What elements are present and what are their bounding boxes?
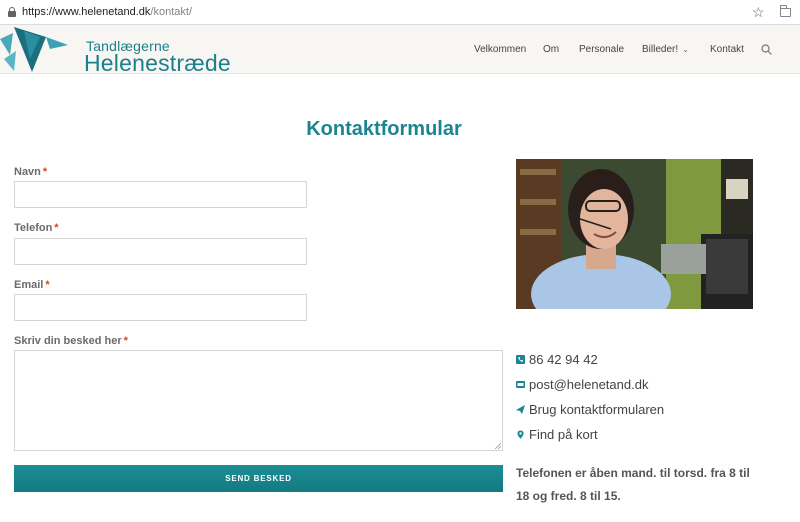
contact-form-link[interactable]: Brug kontaktformularen (516, 402, 664, 417)
envelope-icon (516, 381, 525, 388)
nav-item-label: Billeder! (642, 44, 679, 55)
search-icon[interactable] (761, 44, 772, 55)
email-contact[interactable]: post@helenetand.dk (516, 377, 648, 392)
paper-plane-icon (516, 405, 525, 414)
name-label: Navn * (14, 166, 48, 178)
phone-number: 86 42 94 42 (529, 352, 598, 367)
nav-item-personale[interactable]: Personale (579, 44, 624, 55)
phone-input[interactable] (14, 238, 307, 265)
bookmark-star-icon[interactable]: ☆ (752, 4, 765, 20)
nav-item-kontakt[interactable]: Kontakt (710, 44, 744, 55)
nav-item-billeder[interactable]: Billeder! ⌄ (642, 44, 689, 55)
page-title: Kontaktformular (306, 118, 462, 140)
map-link-label: Find på kort (529, 427, 598, 442)
folder-icon[interactable] (780, 5, 791, 17)
site-header: Tandlægerne Helenestræde Velkommen Om Pe… (0, 25, 800, 76)
phone-label: Telefon * (14, 222, 59, 234)
receptionist-photo (516, 159, 753, 309)
browser-address-bar[interactable]: https://www.helenetand.dk/kontakt/ ☆ (0, 0, 800, 25)
map-link[interactable]: Find på kort (516, 427, 598, 442)
phone-icon (516, 355, 525, 364)
logo-icon[interactable] (0, 25, 72, 73)
opening-hours: Telefonen er åben mand. til torsd. fra 8… (516, 466, 750, 503)
logo-title: Helenestræde (84, 50, 231, 76)
resize-handle-icon[interactable] (494, 442, 501, 449)
contact-form-link-label: Brug kontaktformularen (529, 402, 665, 417)
name-input[interactable] (14, 181, 307, 208)
email-address: post@helenetand.dk (529, 377, 649, 392)
lock-icon (8, 7, 16, 17)
nav-item-velkommen[interactable]: Velkommen (474, 44, 526, 55)
message-label: Skriv din besked her * (14, 335, 128, 347)
email-input[interactable] (14, 294, 307, 321)
chevron-down-icon: ⌄ (682, 45, 689, 54)
email-label: Email * (14, 279, 50, 291)
phone-contact[interactable]: 86 42 94 42 (516, 352, 598, 367)
url-text[interactable]: https://www.helenetand.dk/kontakt/ (22, 6, 192, 18)
map-marker-icon (517, 430, 524, 439)
nav-item-om[interactable]: Om (543, 44, 559, 55)
send-button[interactable]: SEND BESKED (14, 465, 503, 492)
message-textarea[interactable] (14, 350, 503, 451)
